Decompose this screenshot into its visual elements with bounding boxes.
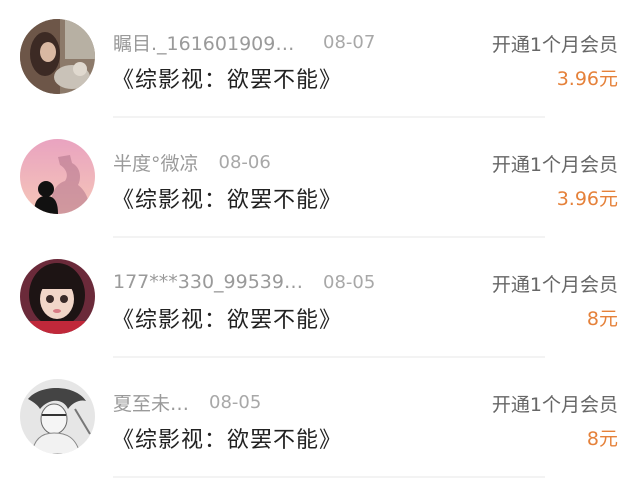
username[interactable]: 夏至未… — [113, 389, 189, 416]
username[interactable]: 瞩目._1616019096… — [113, 29, 303, 56]
avatar[interactable] — [20, 259, 95, 334]
divider — [113, 116, 545, 118]
record-date: 08-07 — [323, 31, 376, 53]
record-date: 08-06 — [218, 151, 271, 173]
book-title[interactable]: 《综影视：欲罢不能》 — [112, 422, 342, 454]
list-item[interactable]: 177***330_995395… 08-05 《综影视：欲罢不能》 开通1个月… — [0, 240, 640, 358]
avatar[interactable] — [20, 19, 95, 94]
divider — [113, 476, 545, 478]
username[interactable]: 半度°微凉 — [113, 149, 199, 176]
membership-action: 开通1个月会员 — [491, 34, 618, 56]
price: 8元 — [586, 428, 618, 450]
record-date: 08-05 — [209, 391, 262, 413]
record-meta: 177***330_995395… 08-05 — [113, 269, 375, 295]
avatar[interactable] — [20, 379, 95, 454]
divider — [113, 236, 545, 238]
record-date: 08-05 — [323, 271, 376, 293]
sketch-avatar-icon — [20, 379, 95, 454]
list-item[interactable]: 半度°微凉 08-06 《综影视：欲罢不能》 开通1个月会员 3.96元 — [0, 120, 640, 238]
record-meta: 瞩目._1616019096… 08-07 — [113, 29, 375, 55]
price: 3.96元 — [556, 68, 618, 90]
list-item[interactable]: 瞩目._1616019096… 08-07 《综影视：欲罢不能》 开通1个月会员… — [0, 0, 640, 118]
photo-avatar-icon — [20, 19, 95, 94]
book-title[interactable]: 《综影视：欲罢不能》 — [112, 62, 342, 94]
silhouette-avatar-icon — [20, 139, 95, 214]
membership-record-list: 瞩目._1616019096… 08-07 《综影视：欲罢不能》 开通1个月会员… — [0, 0, 640, 484]
record-meta: 半度°微凉 08-06 — [113, 149, 271, 175]
price: 3.96元 — [556, 188, 618, 210]
membership-action: 开通1个月会员 — [491, 394, 618, 416]
membership-action: 开通1个月会员 — [491, 154, 618, 176]
username[interactable]: 177***330_995395… — [113, 271, 303, 293]
record-meta: 夏至未… 08-05 — [113, 389, 261, 415]
membership-action: 开通1个月会员 — [491, 274, 618, 296]
avatar[interactable] — [20, 139, 95, 214]
price: 8元 — [586, 308, 618, 330]
photo-avatar-icon — [20, 259, 95, 334]
book-title[interactable]: 《综影视：欲罢不能》 — [112, 182, 342, 214]
list-item[interactable]: 夏至未… 08-05 《综影视：欲罢不能》 开通1个月会员 8元 — [0, 360, 640, 478]
divider — [113, 356, 545, 358]
book-title[interactable]: 《综影视：欲罢不能》 — [112, 302, 342, 334]
